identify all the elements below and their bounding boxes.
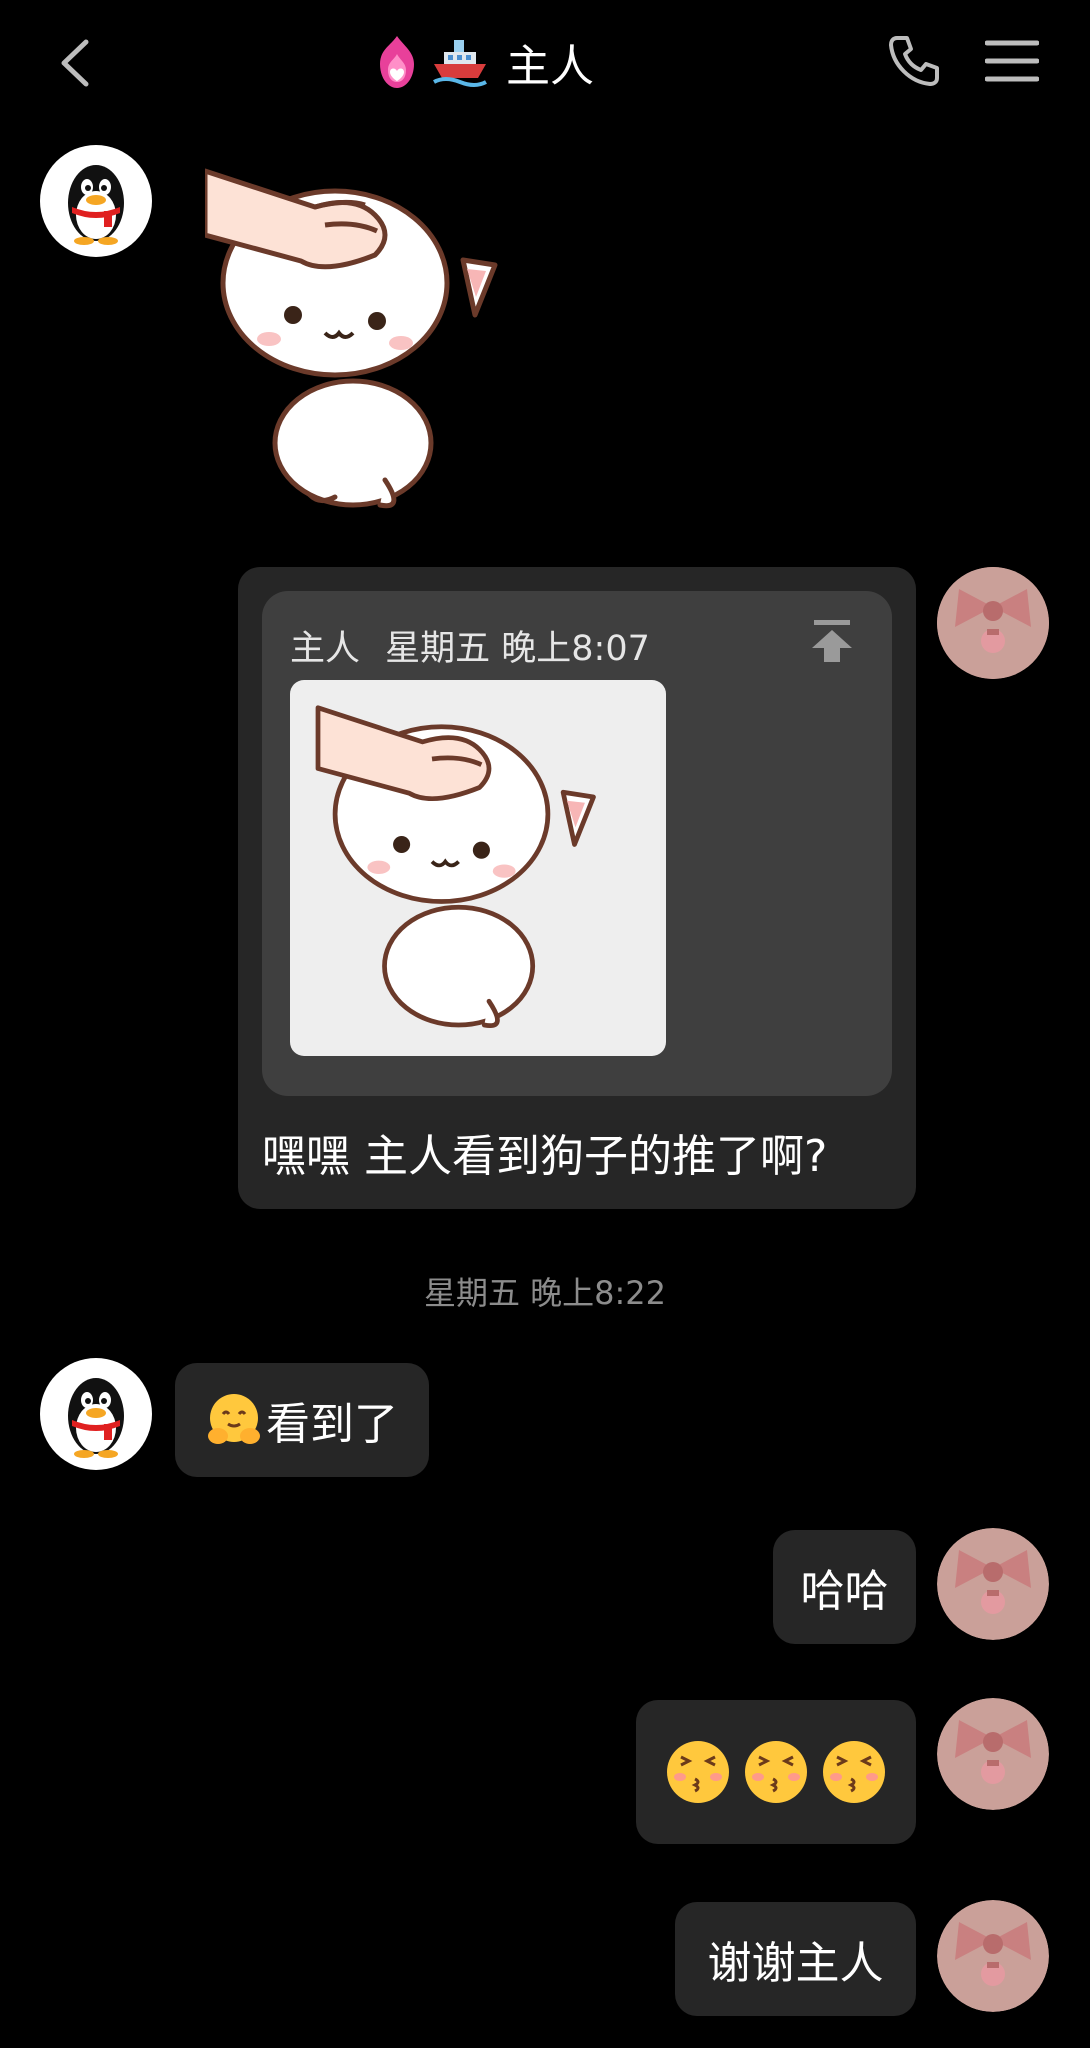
- message-bubble[interactable]: [636, 1700, 916, 1844]
- cat-headpat-sticker[interactable]: [202, 165, 535, 515]
- hugging-face-emoji: [208, 1394, 260, 1444]
- quoted-message-meta: 主人 星期五 晚上8:07: [290, 620, 650, 671]
- timestamp-divider: 星期五 晚上8:22: [423, 1274, 667, 1312]
- back-button[interactable]: [52, 36, 98, 90]
- chat-menu-button[interactable]: [984, 38, 1040, 84]
- back-chevron-icon: [61, 39, 89, 87]
- pink-bow-bell-icon: [937, 1900, 1049, 2012]
- chat-title-text: 主人: [506, 41, 594, 92]
- voice-call-button[interactable]: [885, 32, 943, 90]
- hamburger-menu-icon: [984, 40, 1040, 82]
- message-bubble[interactable]: 哈哈: [773, 1530, 916, 1644]
- quoted-sender: 主人: [290, 629, 361, 669]
- chat-title: 主人: [370, 30, 594, 94]
- kissing-emoji: [745, 1741, 807, 1803]
- message-text: 嘿嘿 主人看到狗子的推了啊?: [262, 1131, 828, 1182]
- avatar[interactable]: [937, 1900, 1049, 2012]
- ship-icon: [433, 40, 487, 87]
- pin-to-top-icon: [812, 620, 852, 662]
- pin-to-top-button[interactable]: [806, 618, 858, 664]
- phone-icon: [889, 36, 939, 86]
- avatar[interactable]: [937, 1528, 1049, 1640]
- qq-penguin-icon: [68, 165, 124, 245]
- quoted-time: 星期五 晚上8:07: [385, 629, 650, 669]
- fire-heart-icon: [380, 36, 414, 88]
- message-text: 谢谢主人: [707, 1938, 884, 1989]
- kissing-emoji: [823, 1741, 885, 1803]
- message-bubble[interactable]: 谢谢主人: [675, 1902, 916, 2016]
- avatar[interactable]: [40, 1358, 152, 1470]
- pink-bow-bell-icon: [937, 567, 1049, 679]
- avatar[interactable]: [937, 567, 1049, 679]
- avatar[interactable]: [40, 145, 152, 257]
- quoted-cat-sticker[interactable]: [290, 680, 666, 1056]
- message-bubble[interactable]: 看到了: [175, 1363, 429, 1477]
- kissing-emoji: [667, 1741, 729, 1803]
- pink-bow-bell-icon: [937, 1528, 1049, 1640]
- qq-penguin-icon: [68, 1378, 124, 1458]
- avatar[interactable]: [937, 1698, 1049, 1810]
- message-text: 看到了: [266, 1399, 398, 1450]
- message-text: 哈哈: [800, 1566, 889, 1617]
- pink-bow-bell-icon: [937, 1698, 1049, 1810]
